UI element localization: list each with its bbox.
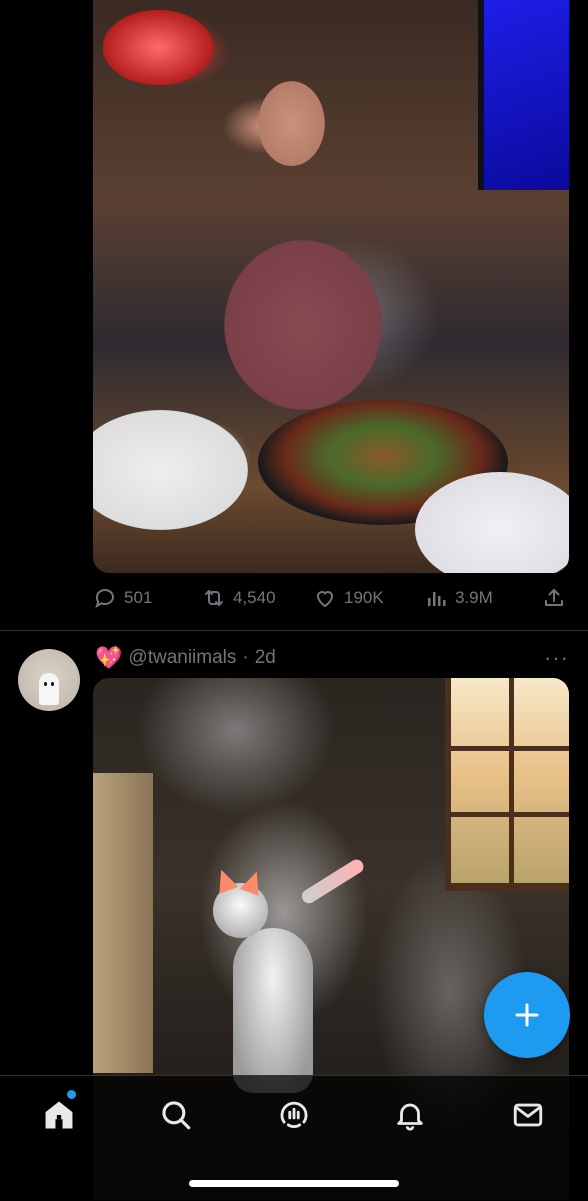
author-handle[interactable]: @twaniimals — [128, 647, 236, 669]
search-icon — [162, 1101, 191, 1130]
ghost-eye — [44, 682, 47, 686]
window-mullion — [509, 678, 514, 883]
cat-figure — [211, 856, 367, 1093]
bell-icon — [397, 1103, 423, 1131]
envelope-icon — [513, 1103, 543, 1127]
reply-button[interactable]: 501 — [93, 582, 152, 614]
photo-region — [478, 0, 569, 190]
post-time[interactable]: 2d — [255, 647, 276, 669]
views-icon — [428, 592, 446, 606]
share-icon — [545, 589, 563, 606]
nav-messages[interactable] — [504, 1091, 552, 1139]
repost-count: 4,540 — [233, 588, 276, 607]
photo-region — [188, 40, 418, 420]
notification-dot — [67, 1090, 76, 1099]
post2-header: 💖 @twaniimals · 2d — [95, 644, 276, 672]
share-button[interactable] — [542, 582, 566, 614]
home-icon — [45, 1101, 73, 1129]
nav-notifications[interactable] — [386, 1091, 434, 1139]
repost-icon — [205, 590, 223, 606]
avatar[interactable] — [18, 649, 80, 711]
reply-icon — [95, 589, 114, 609]
home-indicator[interactable] — [189, 1180, 399, 1187]
photo-region — [445, 678, 569, 891]
window-mullion — [451, 812, 569, 817]
view-count: 3.9M — [455, 588, 493, 607]
reply-count: 501 — [124, 588, 153, 607]
cat-body — [233, 928, 313, 1093]
like-button[interactable]: 190K — [313, 582, 384, 614]
photo-region — [93, 410, 248, 530]
repost-button[interactable]: 4,540 — [202, 582, 276, 614]
more-options-icon[interactable]: ··· — [544, 647, 568, 669]
compose-button[interactable] — [484, 972, 570, 1058]
heart-icon — [316, 591, 334, 608]
plus-icon — [515, 1003, 539, 1027]
meta-separator: · — [242, 647, 249, 668]
window-mullion — [451, 746, 569, 751]
ghost-eye — [51, 682, 54, 686]
post1-image[interactable] — [93, 0, 569, 573]
like-count: 190K — [344, 588, 384, 607]
grok-icon — [280, 1101, 308, 1129]
post-divider — [0, 630, 588, 631]
nav-home[interactable] — [35, 1091, 83, 1139]
ghost-figure — [39, 673, 59, 705]
views-button[interactable]: 3.9M — [424, 582, 493, 614]
post1-actions: 501 4,540 190K 3.9M — [93, 582, 569, 614]
photo-region — [93, 773, 153, 1073]
heart-badge-icon: 💖 — [95, 645, 123, 670]
nav-search[interactable] — [152, 1091, 200, 1139]
cat-paw — [299, 856, 367, 906]
nav-grok[interactable] — [270, 1091, 318, 1139]
